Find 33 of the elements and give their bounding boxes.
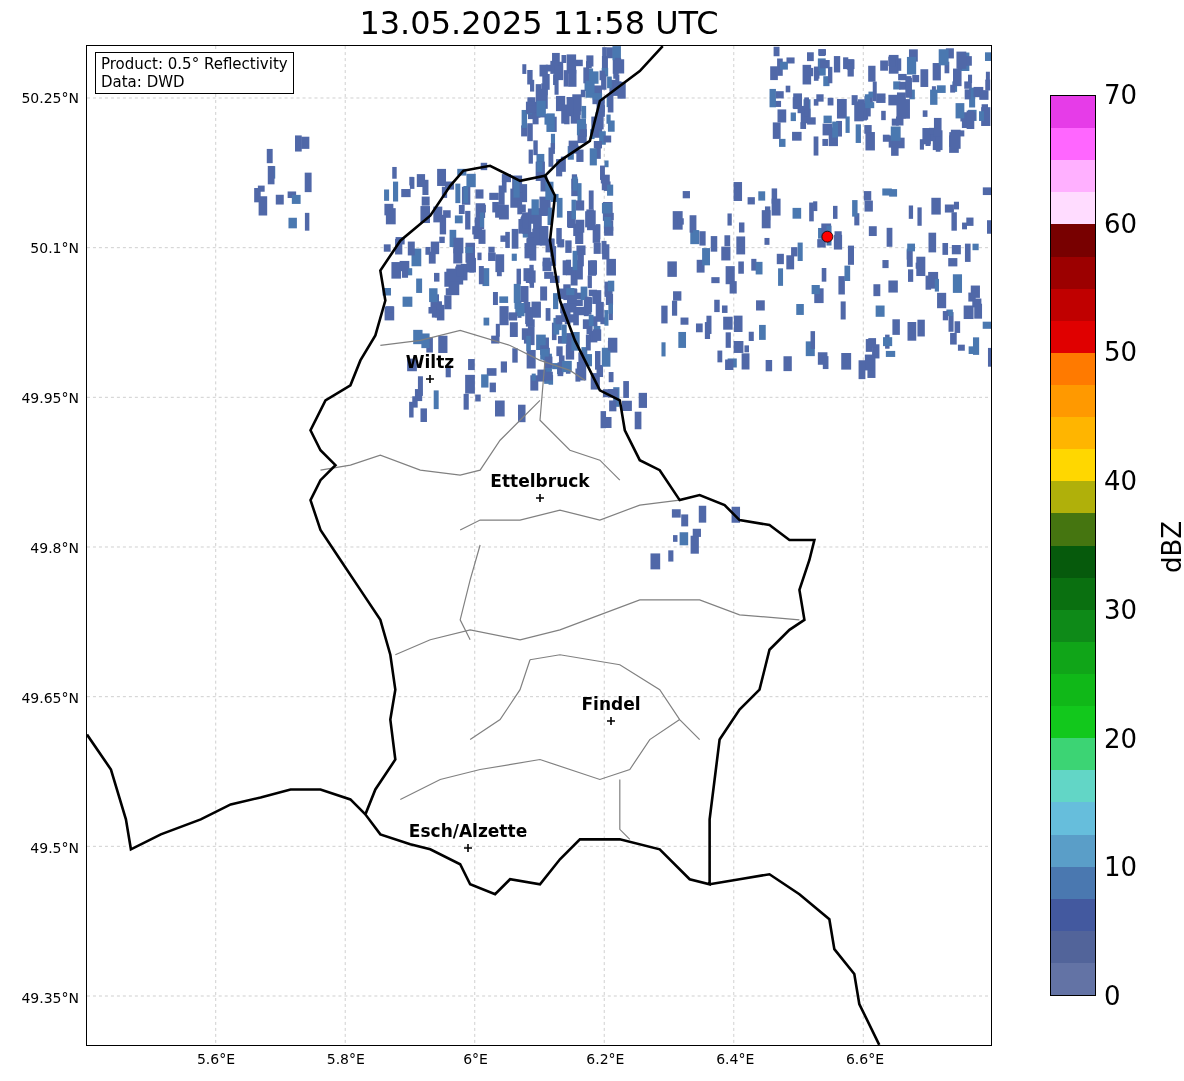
latitude-label: 49.5°N	[30, 840, 79, 856]
longitude-label: 6.4°E	[716, 1051, 755, 1067]
info-text: Product: 0.5° Reflectivity	[101, 55, 288, 73]
city-marker-icon	[536, 494, 544, 502]
latitude-label: 49.65°N	[21, 690, 79, 706]
longitude-label: 6.2°E	[586, 1051, 625, 1067]
longitude-label: 5.8°E	[326, 1051, 365, 1067]
longitude-label: 5.6°E	[196, 1051, 236, 1067]
colorbar-label: dBZ	[1157, 520, 1184, 574]
city-marker-icon	[464, 844, 472, 852]
colorbar-tick-label: 60	[1104, 208, 1138, 239]
city-label: Ettelbruck	[490, 471, 590, 491]
colorbar-tick-label: 0	[1104, 980, 1121, 1011]
colorbar-tick-label: 20	[1104, 723, 1138, 754]
colorbar-tick-label: 70	[1104, 80, 1138, 110]
latitude-label: 49.95°N	[21, 390, 79, 406]
colorbar-tick-label: 10	[1104, 852, 1138, 883]
latitude-label: 49.8°N	[30, 540, 79, 556]
colorbar-tick-label: 50	[1104, 337, 1138, 368]
city-label: Wiltz	[405, 352, 455, 372]
latitude-label: 50.25°N	[21, 90, 79, 106]
city-marker-icon	[607, 717, 615, 725]
latitude-label: 50.1°N	[30, 240, 79, 256]
longitude-label: 6°E	[463, 1051, 488, 1067]
city-label: Esch/Alzette	[408, 821, 528, 841]
colorbar-tick-label: 40	[1104, 466, 1138, 497]
latitude-label: 49.35°N	[21, 990, 79, 1006]
city-marker-icon	[426, 375, 434, 383]
longitude-label: 6.6°E	[845, 1051, 885, 1067]
colorbar-tick-label: 30	[1104, 594, 1138, 625]
chart-title: 13.05.2025 11:58 UTC	[358, 4, 720, 42]
city-label: Findel	[581, 694, 641, 714]
info-text: Data: DWD	[101, 73, 186, 91]
